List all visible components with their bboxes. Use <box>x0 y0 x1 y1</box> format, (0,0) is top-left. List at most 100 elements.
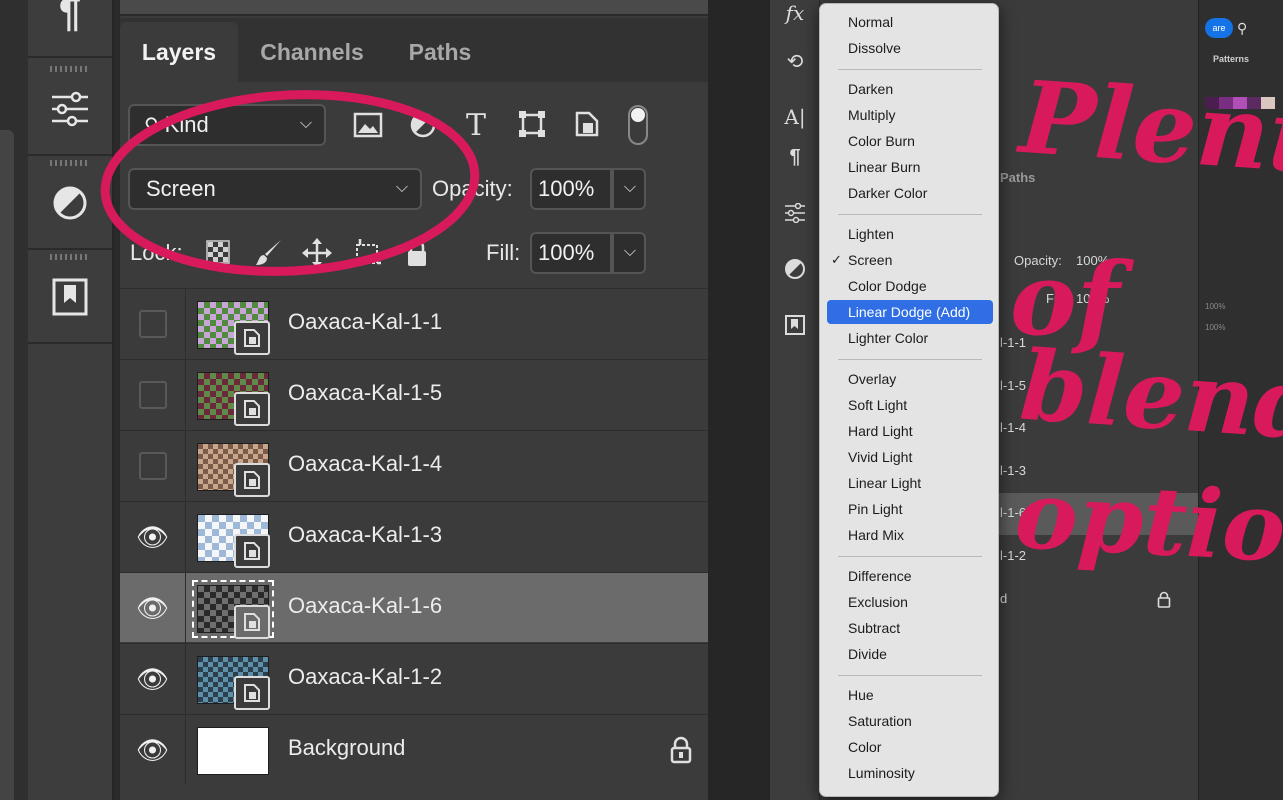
blend-mode-option-vivid-light[interactable]: Vivid Light <box>827 445 993 469</box>
opacity-input[interactable]: 100% <box>530 168 612 210</box>
blend-mode-option-darker-color[interactable]: Darker Color <box>827 181 993 205</box>
fill-value: 100% <box>538 240 595 265</box>
blend-mode-option-exclusion[interactable]: Exclusion <box>827 590 993 614</box>
blend-mode-option-normal[interactable]: Normal <box>827 10 993 34</box>
visibility-toggle[interactable] <box>120 289 186 359</box>
lock-icon <box>408 239 426 266</box>
opacity-dropdown-button[interactable]: ⌵ <box>612 168 646 210</box>
blend-mode-option-darken[interactable]: Darken <box>827 77 993 101</box>
blend-mode-option-lighten[interactable]: Lighten <box>827 222 993 246</box>
layer-row[interactable]: Oaxaca-Kal-1-5 <box>120 359 708 430</box>
layer-name[interactable]: d <box>1000 591 1007 606</box>
layer-name[interactable]: Oaxaca-Kal-1-2 <box>288 664 442 690</box>
blend-mode-option-hue[interactable]: Hue <box>827 683 993 707</box>
visibility-toggle[interactable]: 👁 <box>120 715 186 785</box>
brush-icon <box>256 240 281 265</box>
smart-object-badge-icon <box>234 534 270 568</box>
blend-mode-option-linear-dodge-add[interactable]: Linear Dodge (Add) <box>827 300 993 324</box>
blend-mode-option-linear-light[interactable]: Linear Light <box>827 471 993 495</box>
hidden-box-icon <box>138 452 167 480</box>
layer-row[interactable]: 👁 Oaxaca-Kal-1-2 <box>120 643 708 714</box>
share-button[interactable]: are <box>1205 18 1233 38</box>
layer-name[interactable]: Oaxaca-Kal-1-5 <box>288 380 442 406</box>
paragraph-panel-button[interactable]: ¶ <box>778 140 812 174</box>
layer-row-selected[interactable]: 👁 Oaxaca-Kal-1-6 <box>120 572 708 643</box>
filter-adjustment-layers-button[interactable] <box>408 110 438 140</box>
properties-panel-button[interactable] <box>28 158 112 250</box>
libraries-panel-button[interactable] <box>778 308 812 342</box>
lock-artboard-button[interactable] <box>350 236 384 270</box>
menu-separator <box>838 68 982 70</box>
blend-mode-option-overlay[interactable]: Overlay <box>827 367 993 391</box>
libraries-panel-button[interactable] <box>28 252 112 344</box>
blend-mode-option-screen[interactable]: ✓ Screen <box>827 248 993 272</box>
visibility-toggle[interactable] <box>120 431 186 501</box>
tab-channels[interactable]: Channels <box>242 22 382 82</box>
layer-name[interactable]: Background <box>288 735 405 761</box>
layer-name[interactable]: Oaxaca-Kal-1-6 <box>288 593 442 619</box>
tab-layers[interactable]: Layers <box>120 22 238 82</box>
layers-panel: Layers Channels Paths ⚲ Kind ⌵ T Screen … <box>120 0 708 800</box>
menu-separator <box>838 674 982 676</box>
lock-image-pixels-button[interactable] <box>252 236 286 270</box>
blend-mode-option-pin-light[interactable]: Pin Light <box>827 497 993 521</box>
blend-mode-option-color[interactable]: Color <box>827 735 993 759</box>
filter-shape-layers-button[interactable] <box>516 108 548 140</box>
layer-row[interactable]: 👁 Oaxaca-Kal-1-3 <box>120 501 708 572</box>
paragraph-icon: ¶ <box>58 0 82 35</box>
filter-type-layers-button[interactable]: T <box>460 108 492 143</box>
fx-button[interactable]: fx <box>778 0 812 30</box>
blend-mode-select[interactable]: Screen ⌵ <box>128 168 422 210</box>
patterns-tab[interactable]: Patterns <box>1213 54 1249 64</box>
zoomed-layers-view: ¶ Layers Channels Paths ⚲ Kind ⌵ T Scree… <box>0 0 708 800</box>
character-panel-button[interactable]: A| <box>778 100 812 134</box>
blend-mode-option-divide[interactable]: Divide <box>827 642 993 666</box>
lock-transparent-pixels-button[interactable] <box>204 238 232 266</box>
layer-name[interactable]: Oaxaca-Kal-1-4 <box>288 451 442 477</box>
layer-name[interactable]: Oaxaca-Kal-1-1 <box>288 309 442 335</box>
blend-mode-option-difference[interactable]: Difference <box>827 564 993 588</box>
search-icon[interactable]: ⚲ <box>1237 20 1247 37</box>
blend-mode-option-color-burn[interactable]: Color Burn <box>827 129 993 153</box>
filter-smart-objects-button[interactable] <box>572 108 602 140</box>
blend-mode-option-subtract[interactable]: Subtract <box>827 616 993 640</box>
visibility-toggle[interactable]: 👁 <box>120 573 186 643</box>
blend-mode-option-lighter-color[interactable]: Lighter Color <box>827 326 993 350</box>
blend-mode-option-hard-light[interactable]: Hard Light <box>827 419 993 443</box>
properties-panel-button[interactable] <box>778 252 812 286</box>
blend-mode-option-dissolve[interactable]: Dissolve <box>827 36 993 60</box>
visibility-toggle[interactable]: 👁 <box>120 502 186 572</box>
layer-name[interactable]: Oaxaca-Kal-1-3 <box>288 522 442 548</box>
filter-kind-select[interactable]: ⚲ Kind ⌵ <box>128 104 326 146</box>
filter-pixel-layers-button[interactable] <box>352 110 384 140</box>
adjustments-panel-button[interactable] <box>28 64 112 156</box>
lock-position-button[interactable] <box>300 236 334 270</box>
lock-all-button[interactable] <box>402 236 432 270</box>
visibility-toggle[interactable]: 👁 <box>120 644 186 714</box>
layer-row[interactable]: 👁 Background <box>120 714 708 785</box>
blend-mode-label: Color Burn <box>848 133 915 149</box>
layer-row[interactable]: Oaxaca-Kal-1-4 <box>120 430 708 501</box>
blend-mode-label: Normal <box>848 14 894 30</box>
history-panel-button[interactable]: ⟲ <box>778 44 812 78</box>
fill-input[interactable]: 100% <box>530 232 612 274</box>
fill-dropdown-button[interactable]: ⌵ <box>612 232 646 274</box>
blend-mode-option-saturation[interactable]: Saturation <box>827 709 993 733</box>
tab-paths[interactable]: Paths <box>386 22 494 82</box>
smart-object-icon <box>575 111 599 137</box>
blend-mode-option-linear-burn[interactable]: Linear Burn <box>827 155 993 179</box>
blend-mode-option-color-dodge[interactable]: Color Dodge <box>827 274 993 298</box>
blend-mode-label: Darker Color <box>848 185 928 201</box>
filter-toggle-switch[interactable] <box>626 104 650 146</box>
paragraph-panel-button[interactable]: ¶ <box>28 0 112 58</box>
blend-mode-label: Saturation <box>848 713 912 729</box>
blend-mode-option-luminosity[interactable]: Luminosity <box>827 761 993 785</box>
visibility-toggle[interactable] <box>120 360 186 430</box>
layer-row[interactable]: Oaxaca-Kal-1-1 <box>120 288 708 359</box>
adjustments-panel-button[interactable] <box>778 196 812 230</box>
chevron-down-icon: ⌵ <box>623 243 636 261</box>
blend-mode-option-soft-light[interactable]: Soft Light <box>827 393 993 417</box>
blend-mode-option-hard-mix[interactable]: Hard Mix <box>827 523 993 547</box>
blend-mode-option-multiply[interactable]: Multiply <box>827 103 993 127</box>
sliders-icon <box>52 91 88 127</box>
